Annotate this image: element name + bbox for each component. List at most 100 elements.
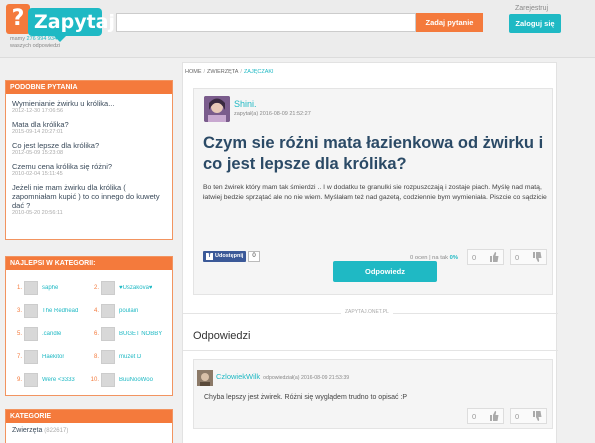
avatar[interactable] — [24, 326, 38, 341]
breadcrumb-home[interactable]: HOME — [185, 69, 202, 75]
thumb-down-icon — [532, 252, 542, 262]
answers-heading: Odpowiedzi — [193, 330, 251, 342]
thumb-up-icon — [489, 411, 499, 421]
best-user[interactable]: 5. .candle — [12, 326, 89, 341]
breadcrumb-category[interactable]: ZWIERZĘTA — [207, 69, 238, 75]
share-widget: f Udostępnij 0 — [203, 251, 260, 262]
categories-box: KATEGORIE Zwierzęta (822617) — [5, 409, 173, 443]
rank: 8. — [93, 353, 99, 360]
best-user[interactable]: 6. BUGET NOBBY — [89, 326, 166, 341]
question-mark-icon: ? — [6, 4, 30, 34]
similar-question-title[interactable]: Jeżeli nie mam żwirku dla królika ( zapo… — [12, 183, 166, 210]
rank: 6. — [93, 330, 99, 337]
rank: 9. — [16, 376, 22, 383]
list-item[interactable]: Mata dla królika? 2015-09-14 20:27:01 — [6, 120, 172, 136]
similar-question-title[interactable]: Co jest lepsze dla królika? — [12, 141, 166, 150]
best-users-grid: 1. saphe 2. ♥Uszakova♥ 3. The Redhead 4. pou… — [6, 270, 172, 391]
best-user-name[interactable]: muzet D — [119, 354, 141, 360]
best-user-name[interactable]: Haekitor — [42, 354, 64, 360]
header: ? Zapytaj mamy 276 994 934 waszych odpow… — [0, 0, 595, 58]
share-button[interactable]: f Udostępnij — [203, 251, 247, 262]
category-count: (822617) — [44, 428, 69, 434]
rank: 3. — [16, 307, 22, 314]
question-body: Bo ten żwirek który mam tak śmierdzi .. … — [203, 184, 547, 201]
dislike-count: 0 — [515, 411, 520, 421]
similar-question-date: 2010-02-04 15:11:45 — [12, 171, 63, 177]
answer-body: Chyba lepszy jest żwirek. Różni się wygl… — [204, 394, 408, 401]
thumb-up-icon — [489, 252, 499, 262]
avatar[interactable] — [197, 370, 213, 386]
avatar[interactable] — [24, 280, 38, 295]
question-title: Czym sie różni mata łazienkowa od żwirku… — [203, 134, 544, 173]
similar-question-date: 2015-09-14 20:27:01 — [12, 129, 64, 135]
category-item[interactable]: Zwierzęta (822617) — [6, 423, 172, 438]
best-user[interactable]: 4. poulain — [89, 303, 166, 318]
best-user-name[interactable]: Were <3333 — [42, 377, 75, 383]
best-users-heading: NAJLEPSI W KATEGORII: — [6, 257, 172, 270]
avatar[interactable] — [24, 349, 38, 364]
breadcrumb-current[interactable]: ZAJĘCZAKI — [244, 69, 274, 75]
similar-question-title[interactable]: Wymienianie żwirku u królika... — [12, 99, 166, 108]
best-user[interactable]: 9. Were <3333 — [12, 372, 89, 387]
main-content: HOME / ZWIERZĘTA / ZAJĘCZAKI Shini. zapytał(… — [182, 62, 558, 443]
like-button[interactable]: 0 — [467, 249, 504, 265]
similar-questions-heading: PODOBNE PYTANIA — [6, 81, 172, 94]
list-item[interactable]: Czemu cena królika się różni? 2010-02-04… — [6, 162, 172, 178]
rating-percent: 0% — [449, 255, 458, 261]
avatar[interactable] — [101, 303, 115, 318]
avatar[interactable] — [101, 326, 115, 341]
best-user-name[interactable]: BUGET NOBBY — [119, 331, 162, 337]
list-item[interactable]: Co jest lepsze dla królika? 2012-05-09 1… — [6, 141, 172, 157]
best-user[interactable]: 8. muzet D — [89, 349, 166, 364]
best-user[interactable]: 1. saphe — [12, 280, 89, 295]
divider — [183, 350, 558, 351]
best-user-name[interactable]: BuuNooWoo — [119, 377, 153, 383]
avatar[interactable] — [101, 280, 115, 295]
similar-question-title[interactable]: Czemu cena królika się różni? — [12, 162, 166, 171]
facebook-icon: f — [206, 253, 213, 260]
ask-question-button[interactable]: Zadaj pytanie — [416, 13, 483, 32]
list-item[interactable]: Jeżeli nie mam żwirku dla królika ( zapo… — [6, 183, 172, 217]
best-user-name[interactable]: saphe — [42, 285, 58, 291]
dislike-button[interactable]: 0 — [510, 249, 547, 265]
avatar[interactable] — [204, 96, 230, 122]
best-user-name[interactable]: ♥Uszakova♥ — [119, 285, 152, 291]
rank: 10. — [90, 376, 99, 383]
avatar[interactable] — [24, 303, 38, 318]
best-user[interactable]: 3. The Redhead — [12, 303, 89, 318]
divider-label: ZAPYTAJ.ONET.PL — [341, 309, 393, 315]
breadcrumb: HOME / ZWIERZĘTA / ZAJĘCZAKI — [185, 69, 274, 75]
dislike-button[interactable]: 0 — [510, 408, 547, 424]
similar-question-date: 2012-05-09 15:23:08 — [12, 150, 64, 156]
answer-author-line: CzlowiekWilk odpowiedział(a) 2016-08-09 2… — [216, 372, 349, 381]
best-user-name[interactable]: poulain — [119, 308, 138, 314]
like-button[interactable]: 0 — [467, 408, 504, 424]
best-user[interactable]: 10. BuuNooWoo — [89, 372, 166, 387]
share-label: Udostępnij — [215, 253, 244, 259]
search-input[interactable] — [116, 13, 416, 32]
best-users-box: NAJLEPSI W KATEGORII: 1. saphe 2. ♥Uszakov… — [5, 256, 173, 396]
answer-author[interactable]: CzlowiekWilk — [216, 372, 260, 381]
logo-text: Zapytaj — [28, 8, 115, 42]
logo-subline: mamy 276 994 934 waszych odpowiedzi — [10, 36, 61, 49]
similar-question-date: 2012-12-30 17:06:56 — [12, 108, 64, 114]
best-user[interactable]: 2. ♥Uszakova♥ — [89, 280, 166, 295]
list-item[interactable]: Wymienianie żwirku u królika... 2012-12-… — [6, 99, 172, 115]
question-meta: zapytał(a) 2016-08-09 21:52:27 — [234, 111, 311, 117]
answer-card: CzlowiekWilk odpowiedział(a) 2016-08-09 2… — [193, 359, 553, 429]
best-user-name[interactable]: The Redhead — [42, 308, 78, 314]
answer-button[interactable]: Odpowiedz — [333, 261, 437, 282]
avatar[interactable] — [101, 372, 115, 387]
question-author[interactable]: Shini. — [234, 99, 257, 109]
similar-question-title[interactable]: Mata dla królika? — [12, 120, 166, 129]
category-name[interactable]: Zwierzęta — [12, 427, 42, 434]
register-link[interactable]: Zarejestruj — [515, 5, 548, 12]
avatar[interactable] — [101, 349, 115, 364]
rank: 4. — [93, 307, 99, 314]
login-button[interactable]: Zaloguj się — [509, 14, 561, 33]
best-user-name[interactable]: .candle — [42, 331, 61, 337]
avatar[interactable] — [24, 372, 38, 387]
rank: 2. — [93, 284, 99, 291]
similar-question-date: 2010-05-20 20:56:11 — [12, 210, 63, 216]
best-user[interactable]: 7. Haekitor — [12, 349, 89, 364]
